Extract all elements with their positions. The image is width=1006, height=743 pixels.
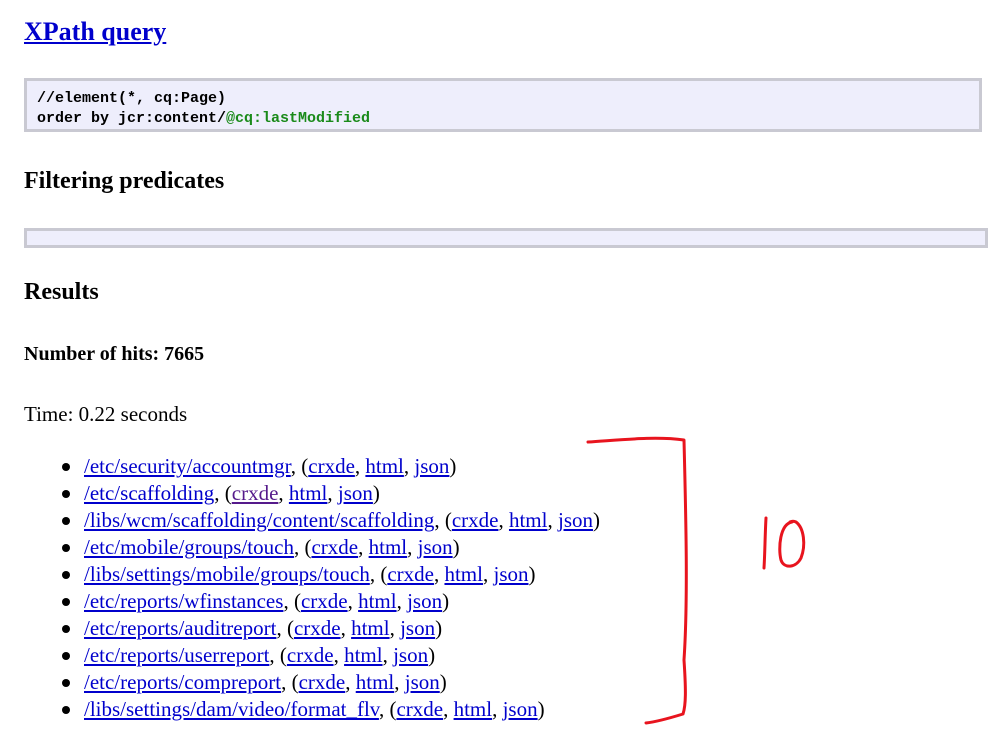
json-link[interactable]: json bbox=[558, 508, 593, 532]
crxde-link[interactable]: crxde bbox=[387, 562, 434, 586]
crxde-link[interactable]: crxde bbox=[308, 454, 355, 478]
filtering-predicates-heading: Filtering predicates bbox=[24, 168, 225, 194]
annotation-bracket bbox=[586, 436, 688, 725]
json-link[interactable]: json bbox=[393, 643, 428, 667]
result-path-link[interactable]: /etc/reports/wfinstances bbox=[84, 589, 283, 613]
filtering-predicates-box bbox=[24, 228, 988, 248]
crxde-link[interactable]: crxde bbox=[396, 697, 443, 721]
bullet-icon bbox=[62, 652, 70, 660]
result-item: /etc/reports/auditreport, (crxde, html, … bbox=[62, 615, 600, 642]
query-line-2-attr: @cq:lastModified bbox=[226, 110, 371, 127]
json-link[interactable]: json bbox=[503, 697, 538, 721]
annotation-digit-zero bbox=[778, 519, 806, 568]
json-link[interactable]: json bbox=[400, 616, 435, 640]
xpath-query-link[interactable]: XPath query bbox=[24, 14, 166, 50]
bullet-icon bbox=[62, 679, 70, 687]
json-link[interactable]: json bbox=[338, 481, 373, 505]
crxde-link[interactable]: crxde bbox=[294, 616, 341, 640]
results-heading: Results bbox=[24, 279, 99, 305]
bullet-icon bbox=[62, 463, 70, 471]
json-link[interactable]: json bbox=[418, 535, 453, 559]
bullet-icon bbox=[62, 625, 70, 633]
crxde-link[interactable]: crxde bbox=[287, 643, 334, 667]
crxde-link[interactable]: crxde bbox=[311, 535, 358, 559]
result-item: /libs/settings/dam/video/format_flv, (cr… bbox=[62, 696, 600, 723]
bullet-icon bbox=[62, 706, 70, 714]
json-link[interactable]: json bbox=[405, 670, 440, 694]
bullet-icon bbox=[62, 517, 70, 525]
result-item: /libs/wcm/scaffolding/content/scaffoldin… bbox=[62, 507, 600, 534]
result-item: /etc/scaffolding, (crxde, html, json) bbox=[62, 480, 600, 507]
result-path-link[interactable]: /etc/mobile/groups/touch bbox=[84, 535, 294, 559]
result-path-link[interactable]: /libs/wcm/scaffolding/content/scaffoldin… bbox=[84, 508, 434, 532]
json-link[interactable]: json bbox=[407, 589, 442, 613]
results-list: /etc/security/accountmgr, (crxde, html, … bbox=[62, 453, 600, 723]
result-item: /etc/security/accountmgr, (crxde, html, … bbox=[62, 453, 600, 480]
json-link[interactable]: json bbox=[493, 562, 528, 586]
crxde-link[interactable]: crxde bbox=[299, 670, 346, 694]
annotation-digit-one bbox=[762, 516, 768, 570]
crxde-link[interactable]: crxde bbox=[452, 508, 499, 532]
html-link[interactable]: html bbox=[369, 535, 408, 559]
result-item: /libs/settings/mobile/groups/touch, (crx… bbox=[62, 561, 600, 588]
query-time: Time: 0.22 seconds bbox=[24, 402, 188, 426]
result-path-link[interactable]: /libs/settings/mobile/groups/touch bbox=[84, 562, 370, 586]
query-line-1: //element(*, cq:Page) bbox=[37, 90, 227, 107]
html-link[interactable]: html bbox=[509, 508, 548, 532]
result-path-link[interactable]: /libs/settings/dam/video/format_flv bbox=[84, 697, 379, 721]
result-item: /etc/reports/compreport, (crxde, html, j… bbox=[62, 669, 600, 696]
html-link[interactable]: html bbox=[454, 697, 493, 721]
bullet-icon bbox=[62, 544, 70, 552]
json-link[interactable]: json bbox=[414, 454, 449, 478]
query-line-2-prefix: order by jcr:content/ bbox=[37, 110, 227, 127]
annotation-text: 10 bbox=[0, 0, 16, 4]
bullet-icon bbox=[62, 598, 70, 606]
result-path-link[interactable]: /etc/security/accountmgr bbox=[84, 454, 291, 478]
result-path-link[interactable]: /etc/scaffolding bbox=[84, 481, 214, 505]
html-link[interactable]: html bbox=[344, 643, 383, 667]
crxde-link[interactable]: crxde bbox=[301, 589, 348, 613]
crxde-link[interactable]: crxde bbox=[232, 481, 279, 505]
xpath-query-code: //element(*, cq:Page) order by jcr:conte… bbox=[24, 78, 982, 132]
bullet-icon bbox=[62, 490, 70, 498]
result-item: /etc/mobile/groups/touch, (crxde, html, … bbox=[62, 534, 600, 561]
html-link[interactable]: html bbox=[365, 454, 404, 478]
html-link[interactable]: html bbox=[356, 670, 395, 694]
result-path-link[interactable]: /etc/reports/auditreport bbox=[84, 616, 276, 640]
number-of-hits: Number of hits: 7665 bbox=[24, 343, 205, 365]
html-link[interactable]: html bbox=[358, 589, 397, 613]
result-path-link[interactable]: /etc/reports/compreport bbox=[84, 670, 281, 694]
html-link[interactable]: html bbox=[351, 616, 390, 640]
result-path-link[interactable]: /etc/reports/userreport bbox=[84, 643, 269, 667]
bullet-icon bbox=[62, 571, 70, 579]
result-item: /etc/reports/wfinstances, (crxde, html, … bbox=[62, 588, 600, 615]
result-item: /etc/reports/userreport, (crxde, html, j… bbox=[62, 642, 600, 669]
html-link[interactable]: html bbox=[289, 481, 328, 505]
html-link[interactable]: html bbox=[444, 562, 483, 586]
